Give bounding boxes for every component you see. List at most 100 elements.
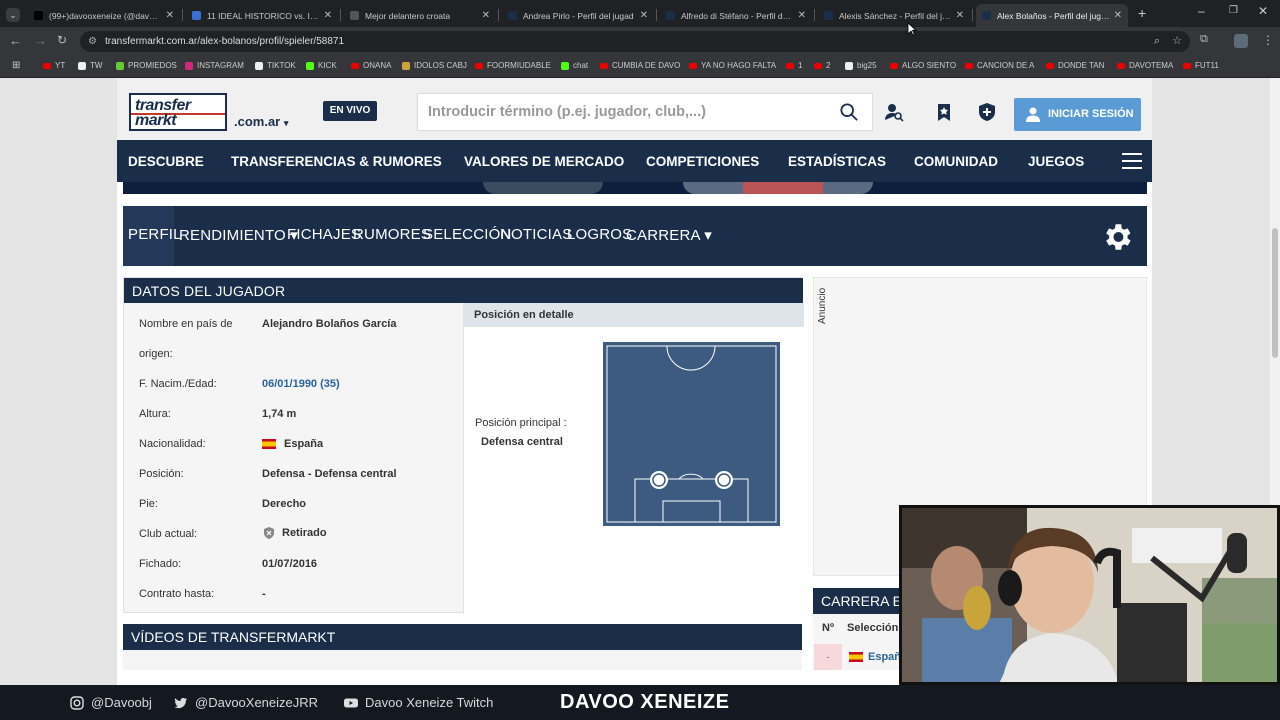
bookmark-star-icon[interactable]: ☆ — [1172, 31, 1182, 52]
value-nacionalidad[interactable]: España — [262, 438, 323, 450]
back-icon[interactable]: ← — [9, 33, 22, 48]
search-icon[interactable] — [840, 103, 858, 121]
minimize-icon[interactable]: – — [1198, 4, 1205, 18]
bookmarks-bar: ⊞ YT TW PROMIEDOS INSTAGRAM TIKTOK KICK ONANA I… — [0, 56, 1280, 78]
browser-tab[interactable]: Alex Bolaños - Perfil del jugad ✕ — [976, 4, 1128, 27]
close-tab-icon[interactable]: ✕ — [1114, 10, 1122, 21]
browser-tab[interactable]: (99+)davooxeneize (@davoox ✕ — [28, 4, 180, 27]
instagram-icon — [70, 695, 84, 710]
value-nacimiento-link[interactable]: 06/01/1990 (35) — [262, 378, 340, 390]
browser-tab[interactable]: Alfredo di Stéfano - Perfil del ju ✕ — [660, 4, 812, 27]
tab-separator — [656, 9, 657, 21]
browser-tab[interactable]: Andrea Pirlo - Perfil del jugad ✕ — [502, 4, 654, 27]
login-button[interactable]: INICIAR SESIÓN — [1014, 98, 1141, 131]
label-nombre-2: origen: — [139, 348, 173, 360]
bookmark-item[interactable]: FOORMIUDABLE — [475, 61, 551, 70]
watchlist-icon[interactable] — [934, 102, 954, 122]
nav-comunidad[interactable]: COMUNIDAD — [914, 154, 998, 169]
live-button[interactable]: EN VIVO — [323, 101, 377, 121]
bookmark-item[interactable]: FUT11 — [1183, 61, 1219, 70]
tab-rendimiento[interactable]: RENDIMIENTO ▾ — [179, 226, 298, 244]
browser-tab[interactable]: Alexis Sánchez - Perfil del juga ✕ — [818, 4, 970, 27]
tab-perfil[interactable]: PERFIL — [128, 226, 182, 243]
tab-search-button[interactable]: ⌄ — [6, 8, 20, 22]
bookmark-item[interactable]: TW — [78, 61, 102, 70]
bookmark-item[interactable]: DAVOTEMA — [1117, 61, 1173, 70]
close-tab-icon[interactable]: ✕ — [798, 10, 806, 21]
apps-grid-icon[interactable]: ⊞ — [12, 60, 20, 71]
scrollbar-thumb[interactable] — [1272, 228, 1278, 358]
career-row[interactable]: - Españ — [813, 644, 903, 670]
bookmark-item[interactable]: 2 — [814, 61, 830, 70]
bookmark-item[interactable]: YT — [43, 61, 65, 70]
nav-descubre[interactable]: DESCUBRE — [128, 154, 204, 169]
bookmark-item[interactable]: YA NO HAGO FALTA — [689, 61, 776, 70]
shield-icon[interactable] — [977, 102, 997, 122]
close-tab-icon[interactable]: ✕ — [956, 10, 964, 21]
zoom-icon[interactable]: ⌕ — [1154, 31, 1160, 52]
videos-section-title: VÍDEOS DE TRANSFERMARKT — [123, 624, 802, 650]
chatgpt-icon — [350, 11, 359, 20]
bookmark-item[interactable]: PROMIEDOS — [116, 61, 177, 70]
bookmark-item[interactable]: INSTAGRAM — [185, 61, 244, 70]
close-tab-icon[interactable]: ✕ — [482, 10, 490, 21]
close-tab-icon[interactable]: ✕ — [640, 10, 648, 21]
profile-avatar[interactable] — [1234, 34, 1248, 48]
browser-tab[interactable]: 11 IDEAL HISTORICO vs. INTEL ✕ — [186, 4, 338, 27]
bookmark-item[interactable]: KICK — [306, 61, 337, 70]
bookmark-item[interactable]: chat — [561, 61, 588, 70]
bookmark-item[interactable]: ALGO SIENTO — [890, 61, 956, 70]
value-club[interactable]: Retirado — [262, 526, 327, 540]
search-input[interactable]: Introducir término (p.ej. jugador, club,… — [417, 93, 873, 131]
nav-juegos[interactable]: JUEGOS — [1028, 154, 1084, 169]
close-tab-icon[interactable]: ✕ — [324, 10, 332, 21]
menu-kebab-icon[interactable]: ⋮ — [1262, 33, 1274, 47]
transfermarkt-icon — [508, 11, 517, 20]
career-team-link[interactable]: Españ — [868, 651, 901, 663]
tab-seleccion[interactable]: SELECCIÓN — [423, 226, 512, 243]
site-info-icon[interactable]: ⚙ — [88, 31, 97, 52]
bookmark-item[interactable]: CANCION DE A — [965, 61, 1034, 70]
bookmark-label: TIKTOK — [267, 61, 296, 70]
player-search-icon[interactable] — [884, 102, 904, 122]
nacionalidad-text: España — [284, 438, 324, 450]
bookmark-item[interactable]: TIKTOK — [255, 61, 296, 70]
nav-transferencias[interactable]: TRANSFERENCIAS & RUMORES — [231, 154, 442, 169]
tab-logros[interactable]: LOGROS — [567, 226, 632, 243]
hamburger-menu-icon[interactable] — [1122, 153, 1142, 169]
new-tab-button[interactable]: + — [1138, 5, 1146, 21]
youtube-icon — [786, 62, 794, 69]
browser-tab[interactable]: Mejor delantero croata ✕ — [344, 4, 496, 27]
close-window-icon[interactable]: ✕ — [1258, 4, 1268, 18]
bookmark-label: KICK — [318, 61, 337, 70]
tab-carrera[interactable]: CARRERA ▾ — [626, 226, 712, 244]
bookmark-item[interactable]: CUMBIA DE DAVO — [600, 61, 680, 70]
extensions-icon[interactable]: ⧉ — [1200, 33, 1208, 46]
maximize-icon[interactable]: ❐ — [1229, 5, 1238, 16]
bookmark-item[interactable]: big25 — [845, 61, 877, 70]
value-nombre: Alejandro Bolaños García — [262, 318, 397, 330]
tab-title: Alexis Sánchez - Perfil del juga — [839, 10, 952, 21]
gear-icon[interactable] — [1100, 220, 1134, 254]
tab-noticias[interactable]: NOTICIAS — [500, 226, 572, 243]
tiktok-icon — [34, 11, 43, 20]
stream-brand: DAVOO XENEIZE — [560, 691, 730, 713]
bookmark-item[interactable]: 1 — [786, 61, 802, 70]
bookmark-item[interactable]: ONANA — [351, 61, 391, 70]
forward-icon[interactable]: → — [34, 33, 47, 48]
nav-estadisticas[interactable]: ESTADÍSTICAS — [788, 154, 886, 169]
url-text: transfermarkt.com.ar/alex-bolanos/profil… — [105, 36, 344, 47]
reload-icon[interactable]: ↻ — [57, 33, 67, 47]
career-row-number: - — [814, 644, 842, 670]
bookmark-item[interactable]: IDOLOS CABJ — [402, 61, 467, 70]
nav-competiciones[interactable]: COMPETICIONES — [646, 154, 759, 169]
address-bar[interactable]: ⚙ transfermarkt.com.ar/alex-bolanos/prof… — [80, 31, 1190, 52]
transfermarkt-logo[interactable]: transfer markt — [129, 93, 227, 131]
close-tab-icon[interactable]: ✕ — [166, 10, 174, 21]
nav-valores[interactable]: VALORES DE MERCADO — [464, 154, 624, 169]
domain-selector[interactable]: .com.ar ▾ — [234, 114, 288, 129]
tab-fichajes[interactable]: FICHAJES — [287, 226, 361, 243]
tab-rumores[interactable]: RUMORES — [353, 226, 431, 243]
youtube-icon — [890, 62, 898, 69]
bookmark-item[interactable]: DONDE TAN — [1046, 61, 1104, 70]
